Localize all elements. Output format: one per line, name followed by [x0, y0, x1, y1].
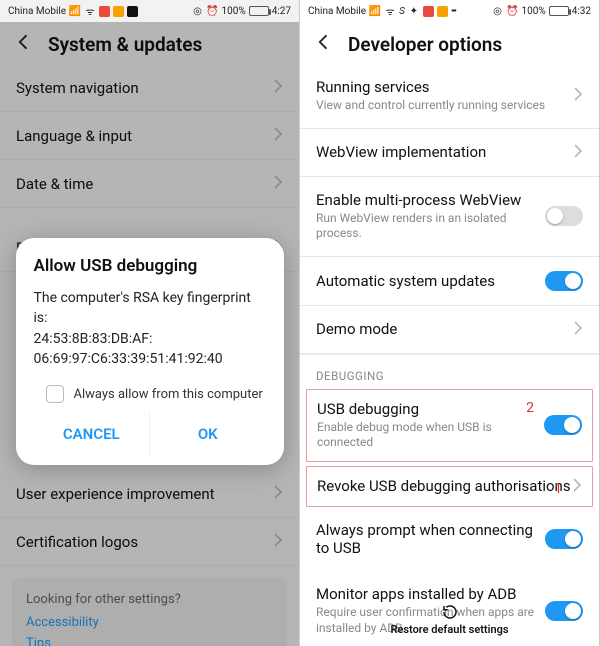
clock: 4:32: [572, 6, 591, 17]
annotation-1: 1: [554, 481, 562, 497]
app-icon-red: [423, 6, 434, 17]
carrier-label: China Mobile: [8, 6, 66, 17]
toggle-always-prompt[interactable]: [545, 529, 583, 549]
row-auto-updates[interactable]: Automatic system updates: [300, 257, 599, 306]
battery-pct: 100%: [522, 6, 546, 17]
left-phone: China Mobile 📶 ᯤ ◎ ⏰ 100% 4:27 System & …: [0, 0, 300, 646]
app-icon-orange: [113, 6, 124, 17]
app-icon-orange: [437, 6, 448, 17]
row-multiprocess-webview[interactable]: Enable multi-process WebView Run WebView…: [300, 177, 599, 257]
row-label: Revoke USB debugging authorisations: [317, 477, 572, 495]
row-label: Demo mode: [316, 320, 573, 338]
restore-defaults-button[interactable]: Restore default settings: [300, 597, 599, 642]
wifi-icon: ᯤ: [384, 5, 396, 17]
signal-icon: 📶: [369, 5, 381, 17]
ok-button[interactable]: OK: [149, 413, 266, 455]
row-label: Running services: [316, 78, 573, 96]
chevron-right-icon: [573, 86, 583, 105]
row-webview-impl[interactable]: WebView implementation: [300, 129, 599, 177]
wifi-icon: ᯤ: [84, 5, 96, 17]
row-always-prompt[interactable]: Always prompt when connecting to USB: [300, 507, 599, 571]
row-demo-mode[interactable]: Demo mode: [300, 306, 599, 354]
page-header: Developer options: [300, 22, 599, 64]
chevron-right-icon: [573, 143, 583, 162]
row-running-services[interactable]: Running services View and control curren…: [300, 64, 599, 129]
dialog-text: The computer's RSA key fingerprint is:: [34, 288, 266, 329]
row-label: WebView implementation: [316, 143, 573, 161]
cancel-button[interactable]: CANCEL: [34, 413, 150, 455]
toggle-multiprocess[interactable]: [545, 206, 583, 226]
status-bar: China Mobile 📶 ᯤ S ✦ ••• ◎ ⏰ 100% 4:32: [300, 0, 599, 22]
usb-debugging-dialog: Allow USB debugging The computer's RSA k…: [16, 238, 284, 465]
eye-icon: ◎: [192, 5, 204, 17]
battery-icon: [249, 6, 269, 16]
back-icon[interactable]: [314, 32, 334, 56]
toggle-auto-updates[interactable]: [545, 271, 583, 291]
dialog-scrim: Allow USB debugging The computer's RSA k…: [0, 22, 299, 646]
carrier-label: China Mobile: [308, 6, 366, 17]
alarm-icon: ⏰: [507, 5, 519, 17]
eye-icon: ◎: [492, 5, 504, 17]
dialog-fingerprint-2: 06:69:97:C6:33:39:51:41:92:40: [34, 349, 266, 369]
chevron-right-icon: [573, 320, 583, 339]
dialog-body: The computer's RSA key fingerprint is: 2…: [34, 288, 266, 369]
clock: 4:27: [272, 6, 291, 17]
battery-icon: [549, 6, 569, 16]
page-title: Developer options: [348, 33, 502, 56]
battery-pct: 100%: [222, 6, 246, 17]
row-label: Enable multi-process WebView: [316, 191, 545, 209]
app-icon-black: [127, 6, 138, 17]
chevron-right-icon: [572, 477, 582, 496]
row-sublabel: Run WebView renders in an isolated proce…: [316, 211, 545, 242]
row-label: Automatic system updates: [316, 272, 545, 290]
status-bar: China Mobile 📶 ᯤ ◎ ⏰ 100% 4:27: [0, 0, 299, 22]
row-label: USB debugging: [317, 400, 544, 418]
dialog-fingerprint-1: 24:53:8B:83:DB:AF:: [34, 329, 266, 349]
annotation-2: 2: [526, 400, 534, 416]
row-sublabel: View and control currently running servi…: [316, 98, 573, 114]
row-usb-debugging[interactable]: USB debugging Enable debug mode when USB…: [306, 389, 593, 462]
checkbox-label: Always allow from this computer: [74, 387, 263, 402]
dialog-title: Allow USB debugging: [34, 256, 266, 276]
restore-label: Restore default settings: [390, 623, 508, 636]
row-revoke-auth[interactable]: Revoke USB debugging authorisations 1: [306, 466, 593, 507]
row-sublabel: Enable debug mode when USB is connected: [317, 420, 544, 451]
right-phone: China Mobile 📶 ᯤ S ✦ ••• ◎ ⏰ 100% 4:32 D…: [300, 0, 600, 646]
toggle-usb-debugging[interactable]: [544, 415, 582, 435]
alarm-icon: ⏰: [207, 5, 219, 17]
always-allow-check[interactable]: Always allow from this computer: [46, 385, 266, 403]
signal-icon: 📶: [69, 5, 81, 17]
checkbox-icon[interactable]: [46, 385, 64, 403]
row-label: Always prompt when connecting to USB: [316, 521, 545, 557]
section-debugging: DEBUGGING: [300, 354, 599, 389]
app-icon-red: [99, 6, 110, 17]
